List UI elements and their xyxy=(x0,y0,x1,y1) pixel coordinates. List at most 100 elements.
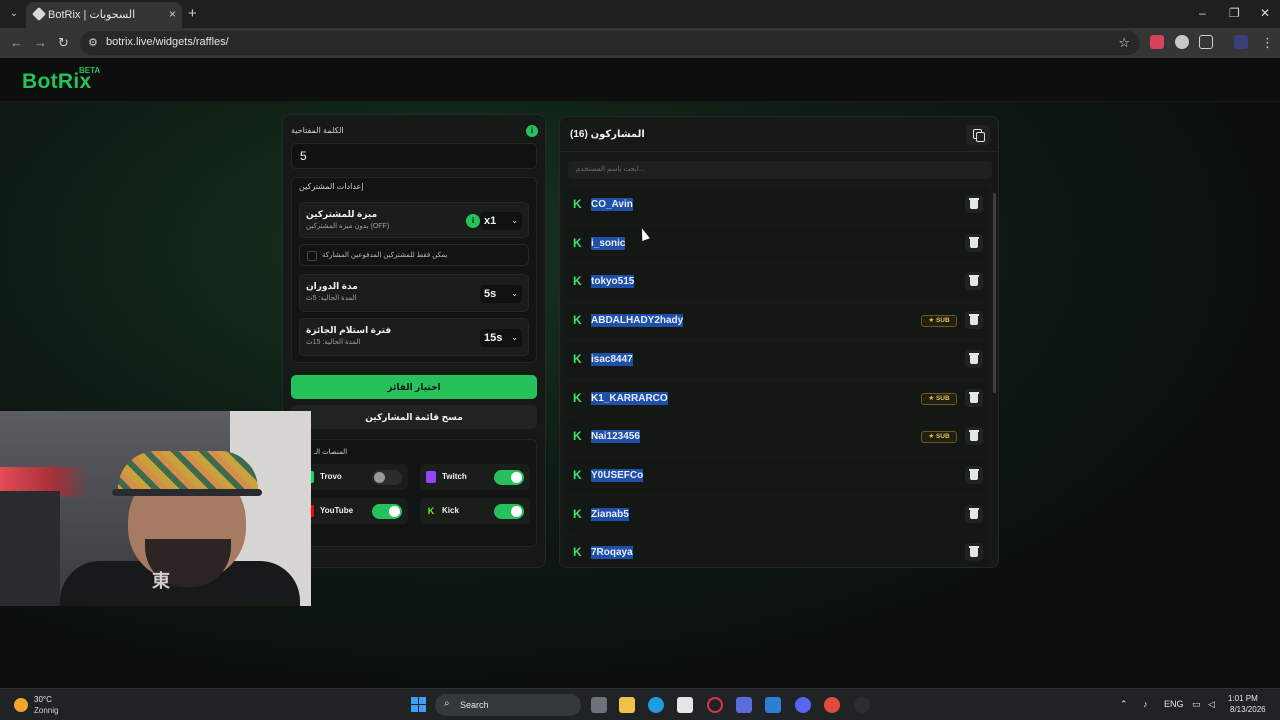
restore-button[interactable]: ❐ xyxy=(1229,6,1240,20)
start-button[interactable] xyxy=(411,697,427,713)
sub-badge: ★ SUB xyxy=(921,431,957,443)
store-icon[interactable] xyxy=(677,697,693,713)
back-icon[interactable]: ← xyxy=(10,35,23,50)
clock-time[interactable]: 1:01 PM xyxy=(1228,694,1258,703)
delete-participant-button[interactable] xyxy=(965,505,983,523)
star-icon: ★ xyxy=(928,317,936,324)
edge-icon[interactable] xyxy=(648,697,664,713)
language-indicator[interactable]: ENG xyxy=(1164,699,1184,709)
scrollbar[interactable] xyxy=(993,193,996,393)
delete-participant-button[interactable] xyxy=(965,543,983,561)
delete-participant-button[interactable] xyxy=(965,234,983,252)
kick-toggle[interactable] xyxy=(494,504,524,519)
beta-badge: BETA xyxy=(79,66,101,75)
chevron-down-icon: ⌄ xyxy=(511,333,518,342)
participant-row[interactable]: Ktokyo515 xyxy=(565,264,989,300)
tab-search-chevron-icon[interactable]: ⌄ xyxy=(6,6,22,22)
sub-badge: ★ SUB xyxy=(921,315,957,327)
file-explorer-icon[interactable] xyxy=(619,697,635,713)
delete-participant-button[interactable] xyxy=(965,195,983,213)
subscriber-perk-select[interactable]: x1 ⌄ xyxy=(480,212,522,230)
weather-desc[interactable]: Zonnig xyxy=(34,706,58,715)
taskbar-search[interactable]: ⌕ Search xyxy=(435,694,581,716)
info-icon[interactable]: i xyxy=(526,125,538,137)
microphone-icon[interactable]: ♪ xyxy=(1143,699,1148,709)
browser-tab[interactable]: BotRix | السحوبات × xyxy=(26,2,182,28)
close-window-button[interactable]: ✕ xyxy=(1260,6,1270,20)
obs-icon[interactable] xyxy=(854,697,870,713)
discord-icon[interactable] xyxy=(795,697,811,713)
claim-period-value: 15s xyxy=(484,332,503,344)
participant-row[interactable]: Kisac8447 xyxy=(565,342,989,378)
participant-row[interactable]: K ABDALHADY2hady ★ SUB xyxy=(565,303,989,339)
participants-settings-title: إعدادات المشتركين xyxy=(299,182,364,191)
delete-participant-button[interactable] xyxy=(965,350,983,368)
participant-name: K1_KARRARCO xyxy=(591,392,668,405)
kick-icon: K xyxy=(573,197,582,211)
webcam-overlay: 東 xyxy=(0,411,311,606)
youtube-toggle[interactable] xyxy=(372,504,402,519)
tab-close-icon[interactable]: × xyxy=(169,7,176,21)
delete-participant-button[interactable] xyxy=(965,311,983,329)
participant-search-input[interactable]: ابحث باسم المستخدم... xyxy=(568,161,992,179)
participant-row[interactable]: K CO_Avin xyxy=(565,187,989,223)
keyword-input[interactable]: 5 xyxy=(291,143,537,169)
app-icon[interactable] xyxy=(736,697,752,713)
spin-duration-select[interactable]: 5s ⌄ xyxy=(480,285,522,303)
clock-date[interactable]: 8/13/2026 xyxy=(1230,705,1266,714)
tray-chevron-icon[interactable]: ⌃ xyxy=(1120,699,1128,710)
twitch-toggle[interactable] xyxy=(494,470,524,485)
kick-icon: K xyxy=(573,236,582,250)
participant-name: Nai123456 xyxy=(591,430,640,443)
taskbar-search-label: Search xyxy=(460,700,489,710)
shirt-logo: 東 xyxy=(152,571,170,592)
subscriber-perk-row: ميزة للمشتركين بدون ميزة المشتركين (OFF)… xyxy=(299,202,529,238)
claim-period-select[interactable]: 15s ⌄ xyxy=(480,329,522,347)
kick-icon: K xyxy=(427,506,435,516)
paid-only-label: يمكن فقط للمشتركين المدفوعين المشاركة xyxy=(322,252,448,259)
delete-participant-button[interactable] xyxy=(965,466,983,484)
weather-sun-icon[interactable] xyxy=(14,698,28,712)
participant-row[interactable]: K Y0USEFCo xyxy=(565,458,989,494)
reload-icon[interactable]: ↻ xyxy=(58,35,69,51)
subscriber-perk-info-icon[interactable]: i xyxy=(466,214,480,228)
participant-name: i_sonic xyxy=(591,237,626,250)
paid-only-checkbox[interactable] xyxy=(307,251,317,261)
delete-participant-button[interactable] xyxy=(965,389,983,407)
url-text[interactable]: botrix.live/widgets/raffles/ xyxy=(106,36,229,48)
address-bar[interactable]: ⚙ botrix.live/widgets/raffles/ ☆ xyxy=(80,31,1140,55)
grid-app-icon[interactable] xyxy=(765,697,781,713)
chrome-icon[interactable] xyxy=(824,697,840,713)
opera-icon[interactable] xyxy=(707,697,723,713)
pick-winner-button[interactable]: اختيار الفائز xyxy=(291,375,537,399)
site-info-icon[interactable]: ⚙ xyxy=(88,36,98,49)
shield-extension-icon[interactable] xyxy=(1175,35,1189,49)
participant-row[interactable]: K Nai123456 ★ SUB xyxy=(565,419,989,455)
browser-menu-icon[interactable]: ⋮ xyxy=(1261,35,1274,51)
copy-button[interactable] xyxy=(966,125,990,145)
minimize-button[interactable]: – xyxy=(1199,6,1206,20)
delete-participant-button[interactable] xyxy=(965,427,983,445)
delete-participant-button[interactable] xyxy=(965,272,983,290)
participant-row[interactable]: K K1_KARRARCO ★ SUB xyxy=(565,381,989,417)
participant-name: Zianab5 xyxy=(591,508,629,521)
volume-icon[interactable]: ◁ xyxy=(1208,699,1215,710)
network-icon[interactable]: ▭ xyxy=(1192,699,1201,710)
extension-icon[interactable] xyxy=(1150,35,1164,49)
participant-row[interactable]: Ki_sonic xyxy=(565,226,989,262)
subscriber-perk-sub: بدون ميزة المشتركين (OFF) xyxy=(306,223,390,230)
participants-title: المشاركون (16) xyxy=(570,129,645,140)
new-tab-button[interactable]: + xyxy=(188,5,197,22)
forward-icon[interactable]: → xyxy=(34,35,47,50)
task-view-icon[interactable] xyxy=(591,697,607,713)
participant-row[interactable]: K 7Roqaya xyxy=(565,535,989,567)
bookmark-star-icon[interactable]: ☆ xyxy=(1118,35,1130,51)
weather-temp[interactable]: 30°C xyxy=(34,695,52,704)
extensions-puzzle-icon[interactable] xyxy=(1199,35,1213,49)
clear-participants-button[interactable]: مسح قائمة المشاركين xyxy=(291,405,537,429)
profile-icon[interactable] xyxy=(1234,35,1248,49)
paid-only-row: يمكن فقط للمشتركين المدفوعين المشاركة xyxy=(299,244,529,266)
participant-row[interactable]: K Zianab5 xyxy=(565,497,989,533)
trovo-toggle[interactable] xyxy=(372,470,402,485)
sub-badge: ★ SUB xyxy=(921,393,957,405)
